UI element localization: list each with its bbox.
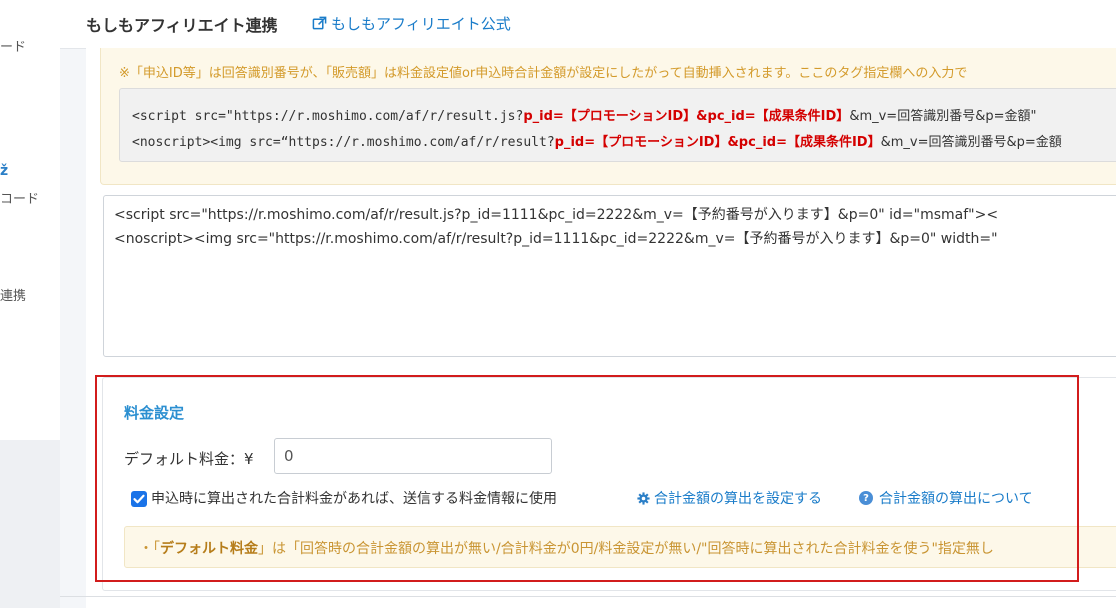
about-total-link[interactable]: ? 合計金額の算出について — [859, 488, 1033, 508]
page-header: もしもアフィリエイト連携 もしもアフィリエイト公式 — [60, 0, 1116, 49]
code-text: &m_v=回答識別番号&p=金額 — [880, 135, 1062, 150]
tag-input-line-1: <script src="https://r.moshimo.com/af/r/… — [114, 207, 999, 223]
fee-settings-panel: 料金設定 デフォルト料金：¥ 0 申込時に算出された合計料金があれば、送信する料… — [102, 377, 1116, 591]
tag-input-line-2: <noscript><img src="https://r.moshimo.co… — [114, 231, 998, 247]
help-icon: ? — [859, 491, 873, 505]
use-total-fee-label[interactable]: 申込時に算出された合計料金があれば、送信する料金情報に使用 — [151, 488, 557, 508]
page-title: もしもアフィリエイト連携 — [86, 16, 278, 35]
code-placeholder: p_id=【プロモーションID】&pc_id=【成果条件ID】 — [523, 109, 850, 124]
sidebar-item-integration-fragment[interactable]: 連携 — [0, 285, 26, 304]
sidebar-item-dashboard-fragment[interactable]: ード — [0, 36, 26, 55]
sample-code-line-1: <script src="https://r.moshimo.com/af/r/… — [132, 105, 1036, 124]
code-placeholder: p_id=【プロモーションID】&pc_id=【成果条件ID】 — [554, 135, 881, 150]
tag-input-textarea[interactable]: <script src="https://r.moshimo.com/af/r/… — [103, 195, 1116, 357]
info-prefix: ・「 — [139, 541, 160, 557]
configure-total-link-label: 合計金額の算出を設定する — [654, 491, 822, 507]
sidebar-gray-area — [0, 440, 60, 608]
default-fee-info: ・「デフォルト料金」は「回答時の合計金額の算出が無い/合計料金が0円/料金設定が… — [124, 526, 1116, 568]
external-link-icon — [312, 16, 327, 30]
main-content: ※「申込ID等」は回答識別番号が、「販売額」は料金設定値or申込時合計金額が設定… — [86, 48, 1116, 608]
sidebar: ード ž コード 連携 — [0, 0, 60, 608]
footer-divider — [60, 596, 1116, 597]
tag-notice-box: ※「申込ID等」は回答識別番号が、「販売額」は料金設定値or申込時合計金額が設定… — [100, 48, 1116, 185]
official-site-link-label: もしもアフィリエイト公式 — [331, 15, 511, 33]
info-rest: 」は「回答時の合計金額の算出が無い/合計料金が0円/料金設定が無い/"回答時に算… — [258, 541, 994, 557]
default-fee-input[interactable]: 0 — [274, 438, 552, 474]
sample-code-line-2: <noscript><img src=“https://r.moshimo.co… — [132, 131, 1062, 150]
gear-icon — [637, 491, 650, 505]
default-fee-info-text: ・「デフォルト料金」は「回答時の合計金額の算出が無い/合計料金が0円/料金設定が… — [139, 538, 994, 558]
fee-settings-title: 料金設定 — [124, 404, 185, 422]
tag-notice-text: ※「申込ID等」は回答識別番号が、「販売額」は料金設定値or申込時合計金額が設定… — [119, 66, 968, 81]
code-text: <noscript><img src=“https://r.moshimo.co… — [132, 135, 555, 150]
sidebar-active-marker: ž — [0, 163, 9, 179]
info-highlight: デフォルト料金 — [160, 541, 258, 557]
configure-total-link[interactable]: 合計金額の算出を設定する — [637, 488, 822, 508]
sidebar-item-code-fragment[interactable]: コード — [0, 188, 39, 207]
about-total-link-label: 合計金額の算出について — [879, 491, 1033, 507]
code-text: <script src="https://r.moshimo.com/af/r/… — [132, 109, 524, 124]
sample-code-box: <script src="https://r.moshimo.com/af/r/… — [119, 88, 1116, 162]
default-fee-label: デフォルト料金：¥ — [124, 450, 254, 468]
official-site-link[interactable]: もしもアフィリエイト公式 — [312, 13, 511, 34]
checkmark-icon — [133, 494, 145, 504]
code-text: &m_v=回答識別番号&p=金額" — [849, 109, 1037, 124]
use-total-fee-checkbox[interactable] — [131, 491, 147, 507]
